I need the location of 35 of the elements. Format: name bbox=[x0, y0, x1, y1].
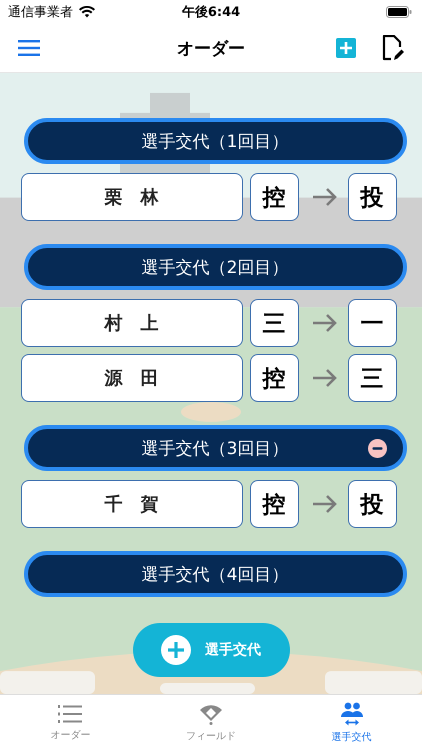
player-name-field[interactable]: 村 上 bbox=[20, 299, 242, 347]
carrier-name: 通信事業者 bbox=[8, 4, 73, 21]
arrow-icon bbox=[312, 313, 338, 333]
player-name-field[interactable]: 千 賀 bbox=[20, 480, 242, 528]
battery-icon bbox=[386, 6, 412, 18]
position-box[interactable]: 一 bbox=[348, 299, 396, 347]
arrow-icon bbox=[312, 494, 338, 514]
baseball-field-icon bbox=[199, 702, 223, 724]
position-box[interactable]: 控 bbox=[250, 354, 298, 402]
substitution-title: 選手交代（4回目） bbox=[142, 564, 288, 586]
status-time: 午後6:44 bbox=[182, 4, 240, 21]
arrow-icon bbox=[312, 187, 338, 207]
position-box[interactable]: 控 bbox=[250, 480, 298, 528]
position-box[interactable]: 三 bbox=[348, 354, 396, 402]
tab-item[interactable]: 選手交代 bbox=[281, 695, 422, 750]
substitution-title: 選手交代（1回目） bbox=[142, 130, 288, 152]
player-name-field[interactable]: 源 田 bbox=[20, 354, 242, 402]
tab-item[interactable]: フィールド bbox=[140, 695, 282, 750]
nav-title: オーダー bbox=[177, 38, 245, 60]
numbered-list-icon bbox=[58, 704, 82, 724]
arrow-icon bbox=[312, 368, 338, 388]
substitution-title: 選手交代（3回目） bbox=[142, 438, 288, 460]
substitution-title: 選手交代（2回目） bbox=[142, 256, 288, 278]
remove-icon[interactable] bbox=[368, 438, 386, 458]
position-box[interactable]: 三 bbox=[250, 299, 298, 347]
wifi-icon bbox=[79, 6, 95, 18]
position-box[interactable]: 控 bbox=[250, 173, 298, 221]
position-box[interactable]: 投 bbox=[348, 173, 396, 221]
people-swap-icon bbox=[340, 702, 364, 726]
menu-icon[interactable] bbox=[18, 40, 40, 56]
plus-circle-icon bbox=[161, 635, 191, 665]
tab-item[interactable]: オーダー bbox=[0, 695, 141, 750]
position-box[interactable]: 投 bbox=[348, 480, 396, 528]
player-name-field[interactable]: 栗 林 bbox=[20, 173, 242, 221]
edit-document-icon[interactable] bbox=[382, 35, 404, 61]
